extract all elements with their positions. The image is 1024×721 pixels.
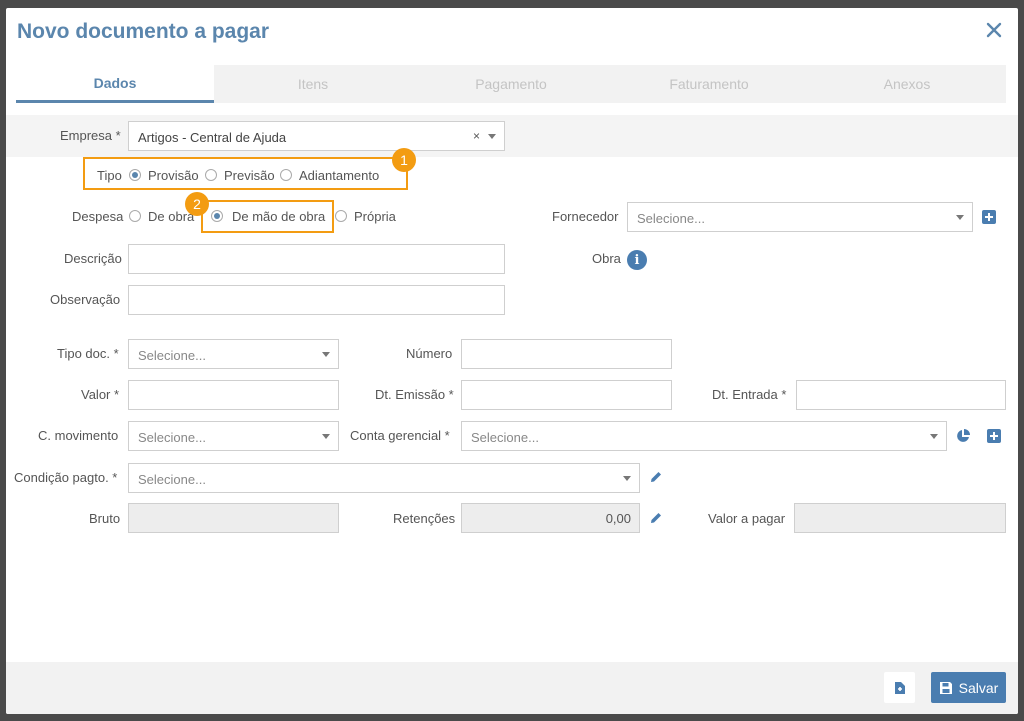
observacao-label: Observação (50, 292, 121, 307)
radio-propria-label: Própria (354, 209, 396, 224)
numero-input[interactable] (461, 339, 672, 369)
valor-a-pagar-input (794, 503, 1006, 533)
clear-icon[interactable]: × (473, 129, 480, 143)
tipo-doc-label: Tipo doc. * (57, 346, 119, 361)
numero-label: Número (406, 346, 453, 361)
tab-itens[interactable]: Itens (214, 65, 412, 103)
edit-retencoes-icon[interactable] (649, 511, 663, 528)
descricao-label: Descrição (64, 251, 122, 266)
fornecedor-placeholder: Selecione... (637, 211, 705, 226)
pie-chart-icon[interactable] (955, 428, 971, 447)
add-fornecedor-button[interactable] (982, 210, 996, 224)
edit-condicao-icon[interactable] (649, 470, 663, 487)
radio-provisao[interactable] (129, 169, 141, 181)
radio-adiantamento[interactable] (280, 169, 292, 181)
condicao-pagto-placeholder: Selecione... (138, 472, 206, 487)
conta-gerencial-select[interactable]: Selecione... (461, 421, 947, 451)
chevron-down-icon (322, 434, 330, 439)
chevron-down-icon (930, 434, 938, 439)
retencoes-label: Retenções (393, 511, 456, 526)
conta-gerencial-placeholder: Selecione... (471, 430, 539, 445)
dt-emissao-input[interactable] (461, 380, 672, 410)
fornecedor-label: Fornecedor (552, 209, 619, 224)
modal-dialog: Novo documento a pagar Dados Itens Pagam… (6, 8, 1018, 714)
floppy-disk-icon (939, 681, 952, 694)
chevron-down-icon (322, 352, 330, 357)
radio-adiantamento-label: Adiantamento (299, 168, 380, 183)
tab-faturamento[interactable]: Faturamento (610, 65, 808, 103)
empresa-label: Empresa * (60, 128, 121, 143)
tipo-doc-select[interactable]: Selecione... (128, 339, 339, 369)
conta-gerencial-label: Conta gerencial * (350, 428, 450, 443)
tab-bar: Dados Itens Pagamento Faturamento Anexos (16, 65, 1006, 103)
tipo-doc-placeholder: Selecione... (138, 348, 206, 363)
empresa-select[interactable]: Artigos - Central de Ajuda × (128, 121, 505, 151)
info-icon[interactable]: i (627, 250, 647, 270)
annotation-badge-2: 2 (185, 192, 209, 216)
chevron-down-icon (956, 215, 964, 220)
valor-a-pagar-label: Valor a pagar (708, 511, 786, 526)
c-movimento-label: C. movimento (38, 428, 119, 443)
add-conta-gerencial-button[interactable] (987, 429, 1001, 443)
observacao-input[interactable] (128, 285, 505, 315)
tab-anexos[interactable]: Anexos (808, 65, 1006, 103)
radio-de-mao-de-obra[interactable] (211, 210, 223, 222)
close-icon[interactable] (984, 20, 1004, 40)
radio-previsao[interactable] (205, 169, 217, 181)
modal-footer (6, 662, 1018, 714)
modal-title: Novo documento a pagar (17, 20, 270, 43)
descricao-input[interactable] (128, 244, 505, 274)
chevron-down-icon (623, 476, 631, 481)
retencoes-input: 0,00 (461, 503, 640, 533)
dt-entrada-label: Dt. Entrada * (712, 387, 787, 402)
annotation-badge-1: 1 (392, 148, 416, 172)
chevron-down-icon (488, 134, 496, 139)
empresa-value: Artigos - Central de Ajuda (138, 130, 287, 145)
valor-input[interactable] (128, 380, 339, 410)
dt-entrada-input[interactable] (796, 380, 1006, 410)
tab-dados[interactable]: Dados (16, 65, 214, 103)
dt-emissao-label: Dt. Emissão * (375, 387, 454, 402)
document-button[interactable] (884, 672, 915, 703)
radio-de-obra[interactable] (129, 210, 141, 222)
radio-de-mao-de-obra-label: De mão de obra (232, 209, 326, 224)
condicao-pagto-label: Condição pagto. * (14, 470, 118, 485)
obra-label: Obra (592, 251, 621, 266)
c-movimento-placeholder: Selecione... (138, 430, 206, 445)
document-icon (894, 681, 905, 694)
save-button[interactable]: Salvar (931, 672, 1006, 703)
radio-previsao-label: Previsão (224, 168, 275, 183)
valor-label: Valor * (81, 387, 120, 402)
despesa-label: Despesa (72, 209, 124, 224)
radio-provisao-label: Provisão (148, 168, 199, 183)
bruto-label: Bruto (89, 511, 121, 526)
condicao-pagto-select[interactable]: Selecione... (128, 463, 640, 493)
save-label: Salvar (958, 679, 999, 696)
tipo-label: Tipo (97, 168, 122, 183)
tab-pagamento[interactable]: Pagamento (412, 65, 610, 103)
fornecedor-select[interactable]: Selecione... (627, 202, 973, 232)
radio-propria[interactable] (335, 210, 347, 222)
bruto-input (128, 503, 339, 533)
c-movimento-select[interactable]: Selecione... (128, 421, 339, 451)
